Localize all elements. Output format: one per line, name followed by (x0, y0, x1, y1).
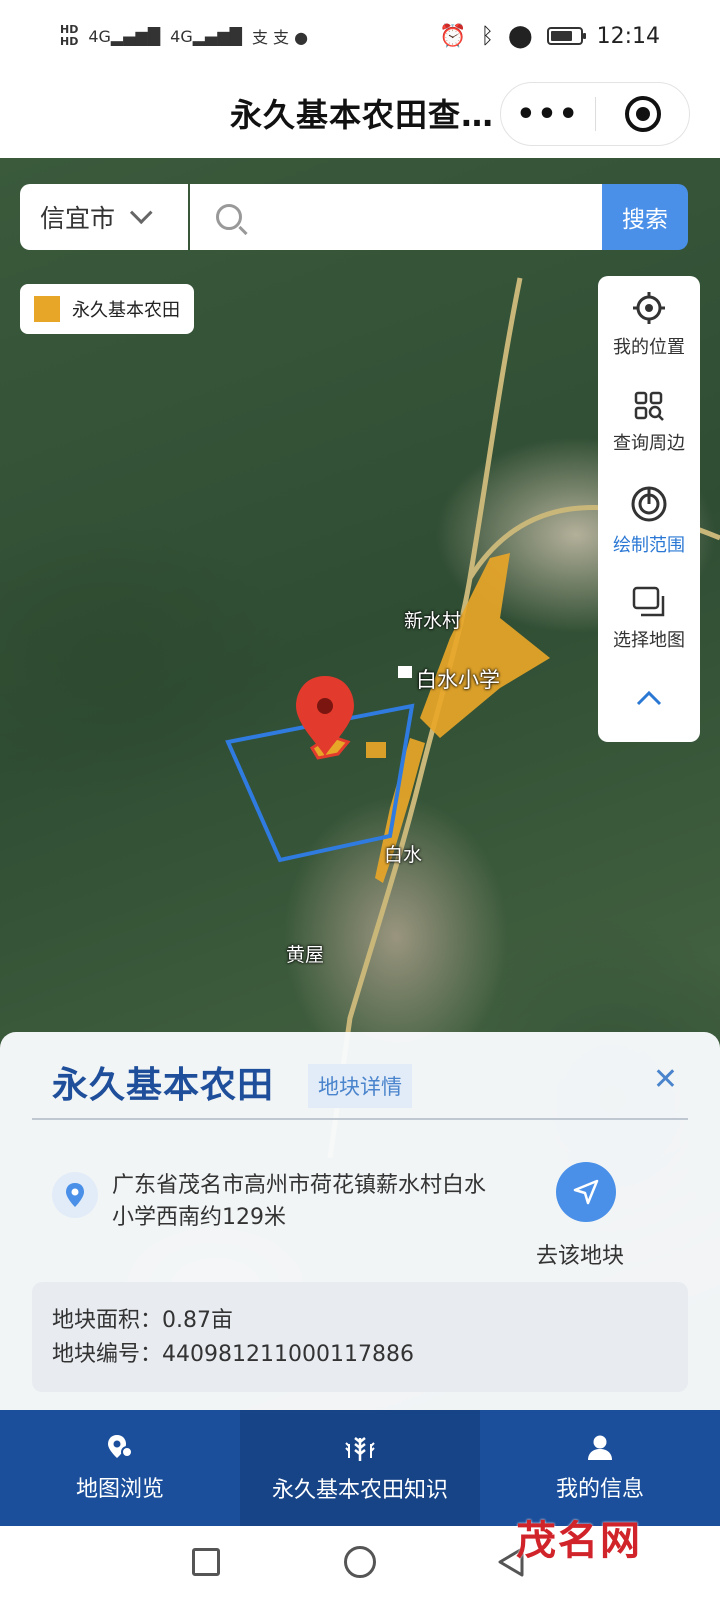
recents-button[interactable] (192, 1548, 220, 1576)
chevron-down-icon (129, 201, 153, 225)
search-icon (216, 204, 242, 230)
parcel-info-box: 地块面积：0.87亩 地块编号：440981211000117886 (32, 1282, 688, 1392)
hd-icon: HD HD (60, 23, 79, 48)
farmland-parcel[interactable] (420, 553, 550, 738)
marker-dot (317, 698, 333, 714)
map-pin-icon (108, 1435, 133, 1458)
tab-label: 我的信息 (555, 1477, 644, 1502)
clock: 12:14 (596, 23, 660, 49)
bluetooth-icon: ᛒ (480, 23, 494, 49)
person-icon (588, 1435, 612, 1460)
map-tool-panel: 我的位置 查询周边 绘制范围 选择地图 (598, 276, 700, 742)
place-label: 白水小学 (416, 668, 500, 692)
place-label: 白水 (384, 844, 423, 866)
tab-label: 永久基本农田知识 (271, 1478, 448, 1503)
parcel-area: 地块面积：0.87亩 (52, 1308, 233, 1333)
search-button[interactable]: 搜索 (602, 184, 688, 250)
signal-icon: 4G▂▄▆█ (88, 26, 161, 46)
miniprogram-capsule: ••• (500, 82, 690, 146)
tool-draw-range[interactable]: 绘制范围 (598, 472, 700, 570)
target-icon (624, 96, 661, 132)
more-button[interactable]: ••• (501, 97, 595, 132)
tool-select-map[interactable]: 选择地图 (598, 570, 700, 668)
title-bar: 永久基本农田查… ••• (0, 72, 720, 158)
tab-label: 地图浏览 (75, 1477, 164, 1502)
chevron-up-icon (636, 690, 662, 706)
tool-query-nearby[interactable]: 查询周边 (598, 374, 700, 472)
status-bar: HD HD 4G▂▄▆█ 4G▂▄▆█ 支 支 ● ⏰ ᛒ ⬤ 12:14 (0, 0, 720, 72)
school-icon (398, 666, 412, 678)
tool-label: 查询周边 (613, 433, 685, 454)
city-selector[interactable]: 信宜市 (20, 184, 188, 250)
location-pin-icon (52, 1172, 98, 1218)
divider (32, 1118, 688, 1120)
signal-icon-2: 4G▂▄▆█ (170, 26, 242, 46)
card-title: 永久基本农田 (52, 1065, 275, 1106)
city-selector-label: 信宜市 (40, 204, 116, 233)
battery-icon (546, 27, 586, 45)
tool-my-location[interactable]: 我的位置 (598, 276, 700, 374)
watermark-logo: 茂名网 (516, 1518, 642, 1564)
crosshair-icon (633, 292, 665, 324)
search-bar (190, 184, 602, 250)
navigate-label[interactable]: 去该地块 (536, 1238, 624, 1270)
layers-icon (632, 586, 665, 617)
home-button[interactable] (344, 1546, 376, 1578)
place-label: 新水村 (404, 610, 462, 632)
wheat-icon (345, 1437, 375, 1461)
close-miniprogram-button[interactable] (596, 96, 689, 132)
tool-label: 绘制范围 (613, 535, 685, 556)
draw-range-icon (631, 486, 667, 522)
legend-swatch (34, 296, 60, 322)
tab-map-browse[interactable]: 地图浏览 (0, 1410, 240, 1526)
alarm-icon: ⏰ (439, 23, 467, 49)
app-notification-icon: 支 支 ● (251, 28, 309, 47)
parcel-code: 地块编号：440981211000117886 (52, 1342, 414, 1367)
navigation-arrow-icon (573, 1179, 599, 1205)
farmland-parcel-3[interactable] (366, 742, 386, 758)
legend-label: 永久基本农田 (72, 300, 180, 321)
parcel-detail-tag[interactable]: 地块详情 (308, 1064, 412, 1108)
navigate-button[interactable] (556, 1162, 616, 1222)
signal-indicators: HD HD 4G▂▄▆█ 4G▂▄▆█ 支 支 ● (60, 24, 308, 48)
tab-farmland-knowledge[interactable]: 永久基本农田知识 (240, 1410, 480, 1526)
location-icon: ⬤ (507, 23, 533, 49)
parcel-detail-card: 永久基本农田 地块详情 ✕ 广东省茂名市高州市荷花镇薪水村白水小学西南约129米… (0, 1032, 720, 1410)
tool-label: 选择地图 (613, 630, 685, 651)
close-icon[interactable]: ✕ (653, 1062, 678, 1097)
page-title: 永久基本农田查… (230, 96, 495, 134)
parcel-address: 广东省茂名市高州市荷花镇薪水村白水小学西南约129米 (112, 1173, 487, 1230)
map-legend: 永久基本农田 (20, 284, 194, 334)
search-input[interactable] (258, 203, 598, 231)
collapse-tools-button[interactable] (598, 668, 700, 728)
place-label: 黄屋 (286, 944, 325, 966)
grid-search-icon (634, 391, 664, 421)
tool-label: 我的位置 (613, 337, 685, 358)
